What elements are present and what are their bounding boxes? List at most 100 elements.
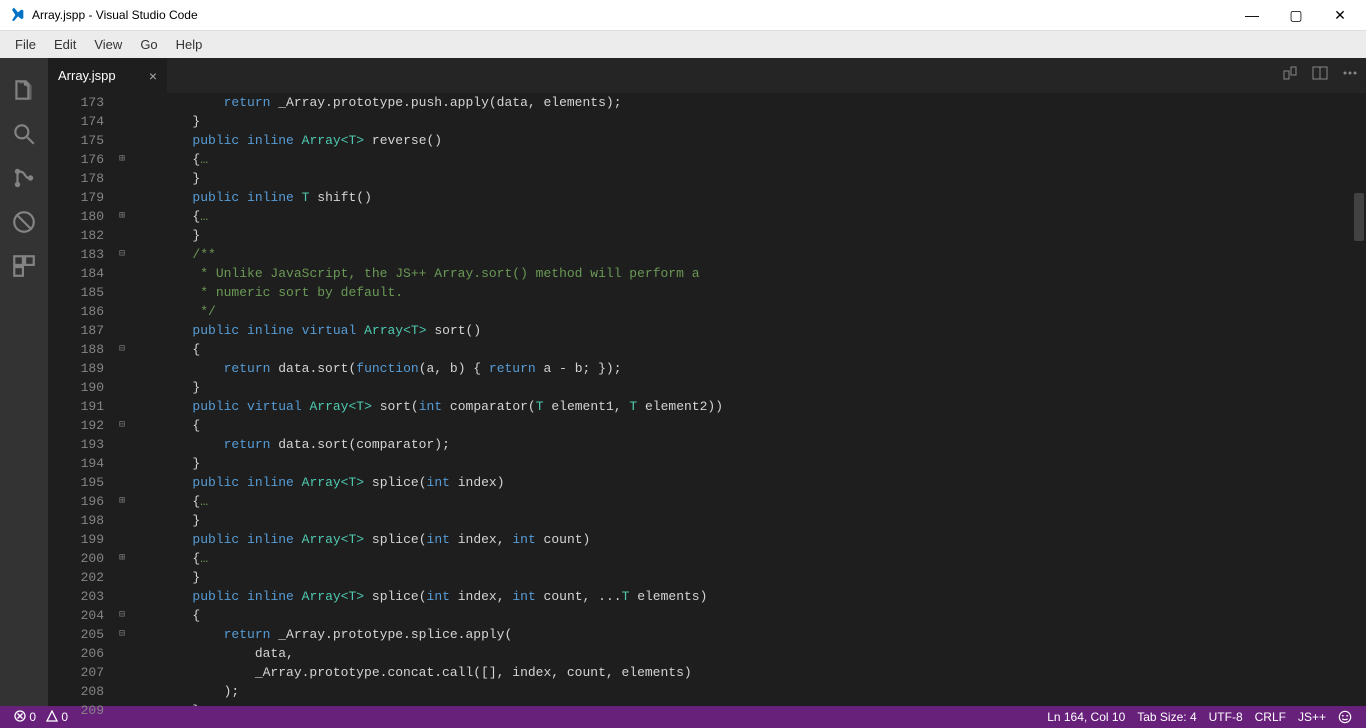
title-bar: Array.jspp - Visual Studio Code — ▢ ✕ — [0, 0, 1366, 30]
minimize-button[interactable]: — — [1230, 7, 1274, 23]
line-number: 207 — [48, 663, 104, 682]
fold-marker[interactable]: ⊟ — [114, 245, 130, 264]
line-number: 178 — [48, 169, 104, 188]
line-number: 186 — [48, 302, 104, 321]
fold-marker — [114, 644, 130, 663]
editor-pane[interactable]: 1731741751761781791801821831841851861871… — [48, 93, 1366, 706]
code-line[interactable]: */ — [130, 302, 1352, 321]
fold-marker — [114, 663, 130, 682]
code-line[interactable]: } — [130, 511, 1352, 530]
code-line[interactable]: return _Array.prototype.push.apply(data,… — [130, 93, 1352, 112]
code-line[interactable]: public inline Array<T> splice(int index,… — [130, 530, 1352, 549]
line-number: 204 — [48, 606, 104, 625]
fold-marker[interactable]: ⊟ — [114, 606, 130, 625]
line-number: 203 — [48, 587, 104, 606]
code-line[interactable]: return data.sort(function(a, b) { return… — [130, 359, 1352, 378]
code-line[interactable]: } — [130, 226, 1352, 245]
code-line[interactable]: public inline Array<T> splice(int index) — [130, 473, 1352, 492]
fold-marker — [114, 473, 130, 492]
code-line[interactable]: return _Array.prototype.splice.apply( — [130, 625, 1352, 644]
fold-marker — [114, 283, 130, 302]
extensions-icon[interactable] — [0, 244, 48, 288]
code-line[interactable]: _Array.prototype.concat.call([], index, … — [130, 663, 1352, 682]
menu-help[interactable]: Help — [167, 37, 212, 52]
line-number: 179 — [48, 188, 104, 207]
code-line[interactable]: public inline T shift() — [130, 188, 1352, 207]
code-line[interactable]: } — [130, 454, 1352, 473]
fold-marker — [114, 264, 130, 283]
search-icon[interactable] — [0, 112, 48, 156]
code-line[interactable]: {… — [130, 207, 1352, 226]
maximize-button[interactable]: ▢ — [1274, 7, 1318, 24]
status-lncol[interactable]: Ln 164, Col 10 — [1041, 710, 1131, 724]
feedback-icon[interactable] — [1332, 710, 1358, 725]
code-line[interactable]: public inline virtual Array<T> sort() — [130, 321, 1352, 340]
status-tabsize[interactable]: Tab Size: 4 — [1131, 710, 1202, 724]
more-icon[interactable] — [1342, 65, 1358, 86]
code-line[interactable]: ); — [130, 682, 1352, 701]
code-line[interactable]: } — [130, 568, 1352, 587]
line-number: 200 — [48, 549, 104, 568]
line-number-gutter: 1731741751761781791801821831841851861871… — [48, 93, 114, 706]
line-number: 194 — [48, 454, 104, 473]
status-encoding[interactable]: UTF-8 — [1203, 710, 1249, 724]
fold-marker[interactable]: ⊞ — [114, 207, 130, 226]
code-line[interactable]: public inline Array<T> splice(int index,… — [130, 587, 1352, 606]
fold-gutter[interactable]: ⊞⊞⊟⊟⊟⊞⊞⊟⊟ — [114, 93, 130, 706]
scroll-thumb[interactable] — [1354, 193, 1364, 241]
code-line[interactable]: {… — [130, 492, 1352, 511]
line-number: 195 — [48, 473, 104, 492]
fold-marker[interactable]: ⊟ — [114, 416, 130, 435]
fold-marker — [114, 587, 130, 606]
fold-marker — [114, 682, 130, 701]
code-line[interactable]: /** — [130, 245, 1352, 264]
fold-marker — [114, 169, 130, 188]
code-line[interactable]: {… — [130, 549, 1352, 568]
fold-marker[interactable]: ⊞ — [114, 150, 130, 169]
debug-icon[interactable] — [0, 200, 48, 244]
code-line[interactable]: {… — [130, 150, 1352, 169]
split-editor-icon[interactable] — [1312, 65, 1328, 86]
fold-marker — [114, 93, 130, 112]
tab-array-jspp[interactable]: Array.jspp × — [48, 58, 168, 93]
code-line[interactable]: } — [130, 112, 1352, 131]
menu-edit[interactable]: Edit — [45, 37, 85, 52]
line-number: 192 — [48, 416, 104, 435]
code-line[interactable]: data, — [130, 644, 1352, 663]
fold-marker[interactable]: ⊟ — [114, 625, 130, 644]
vscode-icon — [10, 7, 26, 23]
menu-file[interactable]: File — [6, 37, 45, 52]
line-number: 209 — [48, 701, 104, 720]
code-line[interactable]: } — [130, 169, 1352, 188]
code-content[interactable]: return _Array.prototype.push.apply(data,… — [130, 93, 1352, 706]
fold-marker[interactable]: ⊞ — [114, 549, 130, 568]
status-eol[interactable]: CRLF — [1249, 710, 1292, 724]
menu-view[interactable]: View — [85, 37, 131, 52]
fold-marker — [114, 378, 130, 397]
code-line[interactable]: { — [130, 606, 1352, 625]
compare-icon[interactable] — [1282, 65, 1298, 86]
code-line[interactable]: * numeric sort by default. — [130, 283, 1352, 302]
code-line[interactable]: public inline Array<T> reverse() — [130, 131, 1352, 150]
fold-marker[interactable]: ⊞ — [114, 492, 130, 511]
vertical-scrollbar[interactable] — [1352, 93, 1366, 706]
fold-marker — [114, 188, 130, 207]
fold-marker[interactable]: ⊟ — [114, 340, 130, 359]
code-line[interactable]: * Unlike JavaScript, the JS++ Array.sort… — [130, 264, 1352, 283]
code-line[interactable]: return data.sort(comparator); — [130, 435, 1352, 454]
code-line[interactable]: public virtual Array<T> sort(int compara… — [130, 397, 1352, 416]
code-line[interactable]: } — [130, 701, 1352, 706]
close-button[interactable]: ✕ — [1318, 7, 1362, 24]
status-lang[interactable]: JS++ — [1292, 710, 1332, 724]
fold-marker — [114, 701, 130, 720]
explorer-icon[interactable] — [0, 68, 48, 112]
fold-marker — [114, 568, 130, 587]
source-control-icon[interactable] — [0, 156, 48, 200]
code-line[interactable]: { — [130, 340, 1352, 359]
line-number: 182 — [48, 226, 104, 245]
code-line[interactable]: { — [130, 416, 1352, 435]
tab-close-icon[interactable]: × — [137, 68, 157, 84]
menu-go[interactable]: Go — [131, 37, 166, 52]
tab-bar: Array.jspp × — [48, 58, 1366, 93]
code-line[interactable]: } — [130, 378, 1352, 397]
